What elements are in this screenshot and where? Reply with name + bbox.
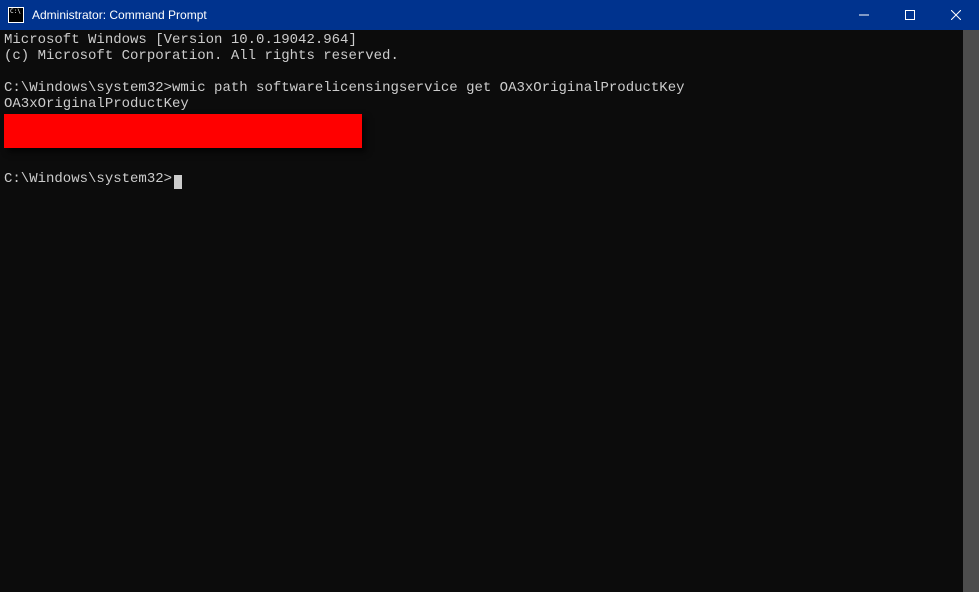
output-header: OA3xOriginalProductKey (4, 96, 959, 112)
command-prompt-window: Administrator: Command Prompt Microsoft … (0, 0, 979, 592)
close-button[interactable] (933, 0, 979, 30)
command-text-1: wmic path softwarelicensingservice get O… (172, 80, 684, 96)
content-wrapper: Microsoft Windows [Version 10.0.19042.96… (0, 30, 979, 592)
terminal-output[interactable]: Microsoft Windows [Version 10.0.19042.96… (0, 30, 963, 592)
maximize-button[interactable] (887, 0, 933, 30)
blank-line-2 (4, 155, 959, 171)
titlebar[interactable]: Administrator: Command Prompt (0, 0, 979, 30)
scrollbar[interactable] (963, 30, 979, 592)
minimize-icon (859, 10, 869, 20)
prompt-2: C:\Windows\system32> (4, 171, 172, 187)
maximize-icon (905, 10, 915, 20)
command-line-1: C:\Windows\system32>wmic path softwareli… (4, 80, 959, 96)
prompt-1: C:\Windows\system32> (4, 80, 172, 96)
scrollbar-thumb[interactable] (963, 30, 979, 592)
cursor (174, 175, 182, 189)
redacted-product-key (4, 114, 362, 148)
command-line-2: C:\Windows\system32> (4, 171, 959, 187)
window-title: Administrator: Command Prompt (30, 8, 841, 22)
blank-line (4, 64, 959, 80)
cmd-icon (8, 7, 24, 23)
close-icon (951, 10, 961, 20)
copyright-line: (c) Microsoft Corporation. All rights re… (4, 48, 959, 64)
minimize-button[interactable] (841, 0, 887, 30)
version-line: Microsoft Windows [Version 10.0.19042.96… (4, 32, 959, 48)
window-controls (841, 0, 979, 30)
